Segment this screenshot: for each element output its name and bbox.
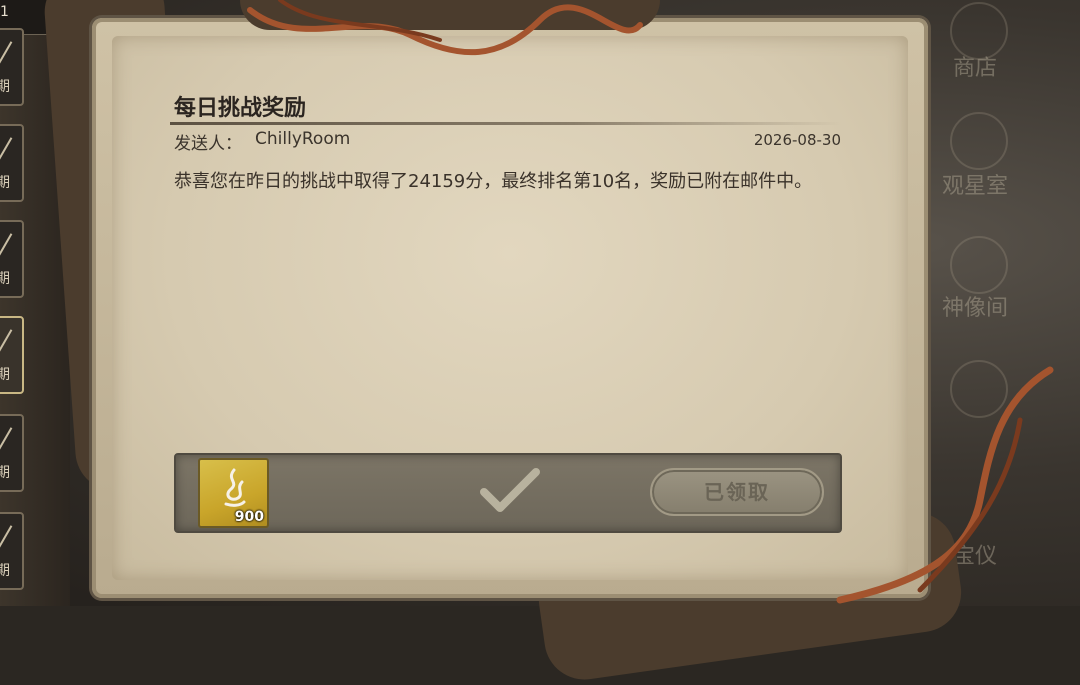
mail-tab-2[interactable]: 期 (0, 124, 24, 202)
menu-item-observatory[interactable]: 观星室 (930, 168, 1020, 200)
mail-tab-label: 期 (0, 271, 10, 287)
mail-tab-4-selected[interactable]: 期 (0, 316, 24, 394)
mail-title: 每日挑战奖励 (174, 96, 307, 121)
mail-tab-mark-icon (0, 525, 13, 549)
soul-flame-icon (218, 468, 250, 508)
mail-tab-mark-icon (0, 41, 13, 65)
mail-date: 2026-08-30 (753, 131, 841, 149)
claimed-button[interactable]: 已领取 (650, 468, 824, 516)
menu-item-statue-room[interactable]: 神像间 (930, 290, 1020, 322)
mail-tab-mark-icon (0, 427, 13, 451)
mail-tab-6[interactable]: 期 (0, 512, 24, 590)
statue-emblem-icon (950, 236, 1008, 294)
mail-tab-3[interactable]: 期 (0, 220, 24, 298)
mail-list-header-label: 1 (0, 4, 9, 20)
title-divider (170, 122, 842, 125)
sender-label: 发送人： (174, 134, 242, 154)
mail-tab-label: 期 (0, 367, 10, 383)
mail-tab-label: 期 (0, 175, 10, 191)
mail-body: 恭喜您在昨日的挑战中取得了24159分，最终排名第10名，奖励已附在邮件中。 (174, 171, 813, 192)
mail-tab-1[interactable]: 期 (0, 28, 24, 106)
menu-item-shop[interactable]: 商店 (930, 50, 1020, 82)
mail-tab-label: 期 (0, 465, 10, 481)
mail-tab-5[interactable]: 期 (0, 414, 24, 492)
mail-tab-mark-icon (0, 233, 13, 257)
mail-tab-label: 期 (0, 79, 10, 95)
mail-tab-mark-icon (0, 329, 13, 353)
vine-top-decoration (247, 0, 643, 56)
claimed-checkmark-icon (480, 468, 540, 512)
reward-item-slot[interactable]: 900 (198, 458, 269, 528)
reward-count: 900 (234, 509, 264, 525)
observatory-emblem-icon (950, 112, 1008, 170)
sender-name: ChillyRoom (255, 129, 351, 149)
mail-tab-label: 期 (0, 563, 10, 579)
mail-tab-mark-icon (0, 137, 13, 161)
